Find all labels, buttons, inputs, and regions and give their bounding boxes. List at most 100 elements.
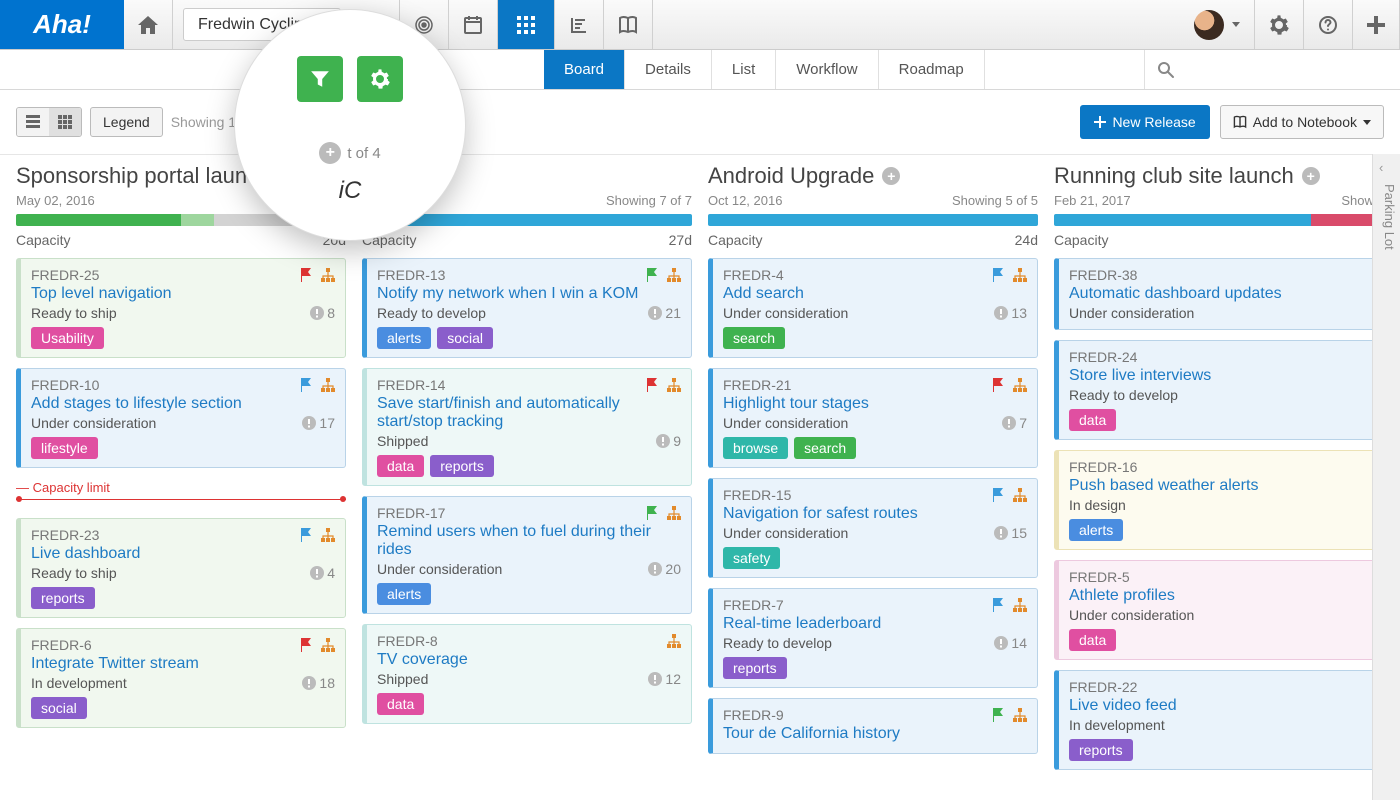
flag-icon[interactable] — [299, 268, 313, 282]
feature-card[interactable]: FREDR-24 Store live interviews Ready to … — [1054, 340, 1384, 440]
legend-button[interactable]: Legend — [90, 107, 163, 137]
flag-icon[interactable] — [991, 708, 1005, 722]
card-title[interactable]: Live video feed — [1069, 697, 1373, 715]
card-title[interactable]: Automatic dashboard updates — [1069, 285, 1373, 303]
board-settings-button-zoomed[interactable] — [357, 56, 403, 102]
tag[interactable]: alerts — [377, 327, 431, 349]
tag[interactable]: browse — [723, 437, 788, 459]
hierarchy-icon[interactable] — [1013, 488, 1027, 502]
new-release-button[interactable]: New Release — [1080, 105, 1209, 139]
release-title[interactable]: Android Upgrade — [708, 163, 874, 189]
hierarchy-icon[interactable] — [667, 378, 681, 392]
card-title[interactable]: Add stages to lifestyle section — [31, 395, 335, 413]
flag-icon[interactable] — [645, 268, 659, 282]
search-area[interactable] — [1144, 50, 1400, 89]
hierarchy-icon[interactable] — [321, 528, 335, 542]
flag-icon[interactable] — [991, 378, 1005, 392]
flag-icon[interactable] — [991, 268, 1005, 282]
feature-card[interactable]: FREDR-21 Highlight tour stages Under con… — [708, 368, 1038, 468]
card-title[interactable]: Push based weather alerts — [1069, 477, 1373, 495]
card-title[interactable]: Athlete profiles — [1069, 587, 1373, 605]
tag[interactable]: alerts — [1069, 519, 1123, 541]
tag[interactable]: reports — [1069, 739, 1133, 761]
card-title[interactable]: Store live interviews — [1069, 367, 1373, 385]
parking-lot-toggle[interactable]: ‹ Parking Lot — [1372, 154, 1400, 800]
card-title[interactable]: Live dashboard — [31, 545, 335, 563]
tag[interactable]: data — [377, 693, 424, 715]
card-title[interactable]: Notify my network when I win a KOM — [377, 285, 681, 303]
flag-icon[interactable] — [299, 378, 313, 392]
feature-card[interactable]: FREDR-15 Navigation for safest routes Un… — [708, 478, 1038, 578]
tag[interactable]: reports — [723, 657, 787, 679]
add-feature-icon[interactable]: + — [882, 167, 900, 185]
release-title[interactable]: Running club site launch — [1054, 163, 1294, 189]
feature-card[interactable]: FREDR-9 Tour de California history — [708, 698, 1038, 754]
hierarchy-icon[interactable] — [1013, 708, 1027, 722]
calendar-icon[interactable] — [449, 0, 498, 49]
flag-icon[interactable] — [991, 598, 1005, 612]
notebook-icon[interactable] — [604, 0, 653, 49]
tag[interactable]: search — [723, 327, 785, 349]
add-icon[interactable] — [1353, 0, 1400, 49]
card-title[interactable]: Add search — [723, 285, 1027, 303]
gantt-icon[interactable] — [555, 0, 604, 49]
feature-card[interactable]: FREDR-10 Add stages to lifestyle section… — [16, 368, 346, 468]
add-to-notebook-button[interactable]: Add to Notebook — [1220, 105, 1384, 139]
release-title[interactable]: Sponsorship portal launch — [16, 163, 270, 189]
tag[interactable]: Usability — [31, 327, 104, 349]
feature-card[interactable]: FREDR-25 Top level navigation Ready to s… — [16, 258, 346, 358]
board-nav-icon[interactable] — [498, 0, 555, 49]
feature-card[interactable]: FREDR-5 Athlete profiles Under considera… — [1054, 560, 1384, 660]
hierarchy-icon[interactable] — [1013, 378, 1027, 392]
card-title[interactable]: Integrate Twitter stream — [31, 655, 335, 673]
feature-card[interactable]: FREDR-4 Add search Under consideration 1… — [708, 258, 1038, 358]
brand-logo[interactable]: Aha! — [0, 0, 124, 49]
hierarchy-icon[interactable] — [321, 638, 335, 652]
home-icon[interactable] — [124, 0, 173, 49]
hierarchy-icon[interactable] — [321, 268, 335, 282]
hierarchy-icon[interactable] — [321, 378, 335, 392]
flag-icon[interactable] — [645, 378, 659, 392]
card-title[interactable]: Navigation for safest routes — [723, 505, 1027, 523]
feature-card[interactable]: FREDR-16 Push based weather alerts In de… — [1054, 450, 1384, 550]
user-menu[interactable] — [1180, 0, 1255, 49]
tag[interactable]: reports — [31, 587, 95, 609]
feature-card[interactable]: FREDR-13 Notify my network when I win a … — [362, 258, 692, 358]
feature-card[interactable]: FREDR-7 Real-time leaderboard Ready to d… — [708, 588, 1038, 688]
tag[interactable]: safety — [723, 547, 780, 569]
help-icon[interactable] — [1304, 0, 1353, 49]
feature-card[interactable]: FREDR-22 Live video feed In development … — [1054, 670, 1384, 770]
card-title[interactable]: Highlight tour stages — [723, 395, 1027, 413]
tab-board[interactable]: Board — [544, 50, 625, 89]
single-column-toggle[interactable] — [17, 108, 49, 136]
tag[interactable]: social — [31, 697, 87, 719]
card-title[interactable]: Real-time leaderboard — [723, 615, 1027, 633]
card-title[interactable]: Remind users when to fuel during their r… — [377, 523, 681, 559]
feature-card[interactable]: FREDR-38 Automatic dashboard updates Und… — [1054, 258, 1384, 330]
tag[interactable]: lifestyle — [31, 437, 98, 459]
tag[interactable]: social — [437, 327, 493, 349]
feature-card[interactable]: FREDR-23 Live dashboard Ready to ship 4 … — [16, 518, 346, 618]
hierarchy-icon[interactable] — [667, 268, 681, 282]
flag-icon[interactable] — [991, 488, 1005, 502]
card-title[interactable]: Top level navigation — [31, 285, 335, 303]
hierarchy-icon[interactable] — [667, 634, 681, 648]
tag[interactable]: alerts — [377, 583, 431, 605]
flag-icon[interactable] — [299, 638, 313, 652]
flag-icon[interactable] — [645, 506, 659, 520]
card-title[interactable]: Tour de California history — [723, 725, 1027, 743]
filter-button-zoomed[interactable] — [297, 56, 343, 102]
feature-card[interactable]: FREDR-17 Remind users when to fuel durin… — [362, 496, 692, 614]
grid-toggle[interactable] — [49, 108, 81, 136]
tab-roadmap[interactable]: Roadmap — [879, 50, 985, 89]
tab-workflow[interactable]: Workflow — [776, 50, 878, 89]
feature-card[interactable]: FREDR-14 Save start/finish and automatic… — [362, 368, 692, 486]
tag[interactable]: search — [794, 437, 856, 459]
card-title[interactable]: TV coverage — [377, 651, 681, 669]
feature-card[interactable]: FREDR-6 Integrate Twitter stream In deve… — [16, 628, 346, 728]
tag[interactable]: data — [1069, 409, 1116, 431]
hierarchy-icon[interactable] — [667, 506, 681, 520]
settings-icon[interactable] — [1255, 0, 1304, 49]
hierarchy-icon[interactable] — [1013, 268, 1027, 282]
hierarchy-icon[interactable] — [1013, 598, 1027, 612]
